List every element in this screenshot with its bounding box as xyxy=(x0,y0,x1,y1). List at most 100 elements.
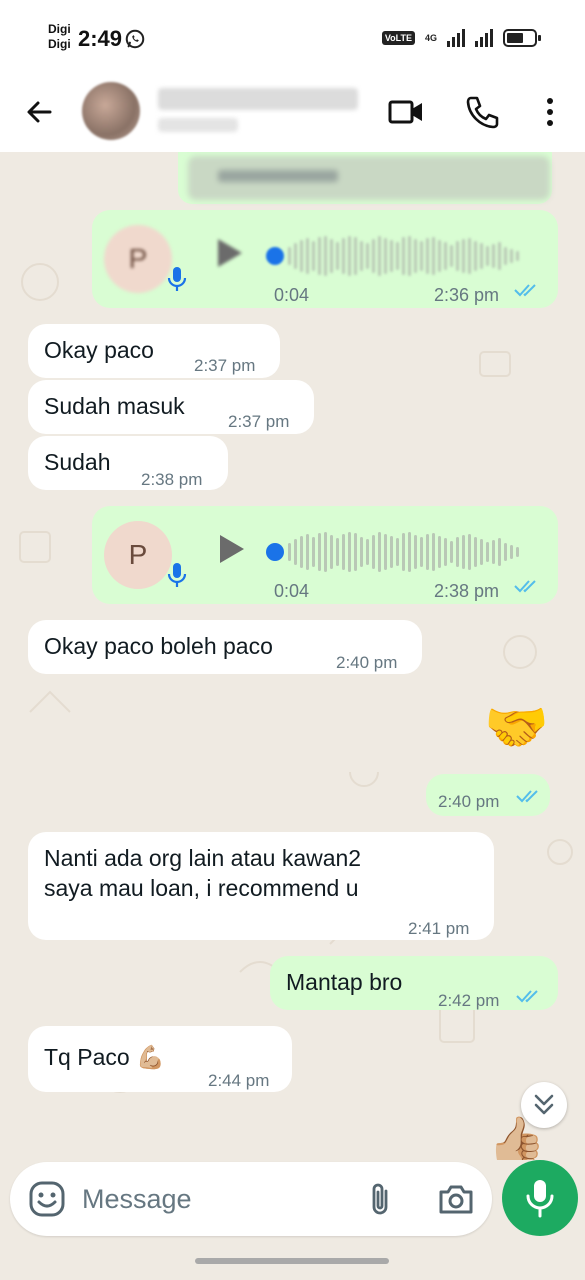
incoming-message[interactable]: Nanti ada org lain atau kawan2 saya mau … xyxy=(28,832,494,940)
contact-avatar[interactable] xyxy=(82,82,140,140)
waveform-bar xyxy=(456,241,459,271)
waveform-bar xyxy=(438,240,441,272)
waveform-bar xyxy=(348,532,351,572)
read-ticks-icon xyxy=(514,284,536,297)
status-time: 2:49 xyxy=(78,26,123,51)
blurred-content xyxy=(188,156,550,200)
waveform-bar xyxy=(306,238,309,274)
voice-sender-avatar: P xyxy=(104,521,172,589)
signal-icon-1 xyxy=(447,29,465,47)
waveform-bar xyxy=(480,243,483,269)
contact-status: ▇▇▇▇▇▇ xyxy=(158,118,238,132)
waveform-bar xyxy=(378,532,381,572)
contact-name[interactable]: ▇▇▇▇▇▇▇▇▇▇▇▇ xyxy=(158,88,358,110)
incoming-message[interactable]: Sudah 2:38 pm xyxy=(28,436,228,490)
waveform-bar xyxy=(414,535,417,569)
message-input[interactable] xyxy=(82,1180,342,1218)
waveform-bar xyxy=(492,244,495,268)
chat-area[interactable]: P 0:04 2:36 pm Okay paco 2:37 pm Sudah m… xyxy=(0,152,585,1160)
waveform-bar xyxy=(396,242,399,270)
phone-icon[interactable] xyxy=(462,92,502,132)
chevron-double-down-icon xyxy=(534,1094,554,1115)
waveform-bar xyxy=(372,535,375,569)
microphone-icon xyxy=(526,1180,554,1218)
play-icon[interactable] xyxy=(212,236,246,270)
play-icon[interactable] xyxy=(214,532,248,566)
network-type: 4G xyxy=(424,32,437,43)
message-time: 2:40 pm xyxy=(336,653,398,672)
signal-icon-2 xyxy=(475,29,493,47)
status-bar: Digi Digi 2:49 VoLTE 4G xyxy=(0,0,585,72)
message-time: 2:41 pm xyxy=(408,919,470,938)
waveform-bar xyxy=(510,249,513,263)
message-time: 2:36 pm xyxy=(434,285,500,305)
voice-progress-dot[interactable] xyxy=(266,247,284,265)
outgoing-message[interactable]: Mantap bro 2:42 pm xyxy=(270,956,558,1010)
waveform-bar xyxy=(498,538,501,566)
waveform-bar xyxy=(420,537,423,567)
incoming-message[interactable]: Okay paco 2:37 pm xyxy=(28,324,280,378)
message-time: 2:40 pm xyxy=(438,792,500,811)
microphone-icon xyxy=(167,267,187,291)
volte-badge: VoLTE xyxy=(381,31,415,45)
incoming-message[interactable]: Sudah masuk 2:37 pm xyxy=(28,380,314,434)
voice-duration: 0:04 xyxy=(274,285,310,305)
video-camera-icon[interactable] xyxy=(386,92,426,132)
waveform-bar xyxy=(384,534,387,570)
message-time: 2:42 pm xyxy=(438,991,500,1010)
voice-waveform[interactable] xyxy=(288,234,519,278)
waveform-bar xyxy=(342,238,345,274)
battery-icon xyxy=(503,29,541,47)
voice-sender-avatar: P xyxy=(104,225,172,293)
paperclip-icon[interactable] xyxy=(362,1179,398,1219)
waveform-bar xyxy=(408,236,411,276)
incoming-message[interactable]: Tq Paco 💪🏼 2:44 pm xyxy=(28,1026,292,1092)
message-text: Okay paco boleh paco xyxy=(44,633,273,659)
status-indicators: VoLTE 4G xyxy=(381,26,541,50)
waveform-bar xyxy=(516,251,519,261)
chat-header: ▇▇▇▇▇▇▇▇▇▇▇▇ ▇▇▇▇▇▇ xyxy=(0,72,585,152)
message-line-2: saya mau loan, i recommend u xyxy=(44,875,359,901)
waveform-bar xyxy=(372,239,375,273)
arrow-left-icon[interactable] xyxy=(20,92,60,132)
waveform-bar xyxy=(390,240,393,272)
waveform-bar xyxy=(462,535,465,569)
home-indicator[interactable] xyxy=(195,1258,389,1264)
scroll-to-bottom-button[interactable] xyxy=(521,1082,567,1128)
read-ticks-icon xyxy=(514,580,536,593)
waveform-bar xyxy=(288,247,291,265)
waveform-bar xyxy=(462,239,465,273)
waveform-bar xyxy=(366,539,369,565)
waveform-bar xyxy=(474,241,477,271)
voice-progress-dot[interactable] xyxy=(266,543,284,561)
more-vertical-icon[interactable] xyxy=(530,92,570,132)
handshake-emoji[interactable]: 🤝 xyxy=(484,698,549,758)
waveform-bar xyxy=(504,247,507,265)
waveform-bar xyxy=(486,246,489,266)
waveform-bar xyxy=(456,537,459,567)
waveform-bar xyxy=(342,534,345,570)
waveform-bar xyxy=(360,537,363,567)
message-text: Sudah xyxy=(44,449,111,475)
camera-icon[interactable] xyxy=(436,1179,476,1219)
waveform-bar xyxy=(306,534,309,570)
waveform-bar xyxy=(516,547,519,557)
voice-duration: 0:04 xyxy=(274,581,310,601)
incoming-message[interactable]: Okay paco boleh paco 2:40 pm xyxy=(28,620,422,674)
emoji-time-pill: 2:40 pm xyxy=(426,774,550,816)
voice-message-bubble[interactable]: P 0:04 2:38 pm xyxy=(92,506,558,604)
waveform-bar xyxy=(426,238,429,274)
voice-waveform[interactable] xyxy=(288,530,519,574)
carrier-labels: Digi Digi xyxy=(48,22,71,52)
voice-message-bubble[interactable]: P 0:04 2:36 pm xyxy=(92,210,558,308)
message-text: Mantap bro xyxy=(286,969,403,995)
carrier-2: Digi xyxy=(48,37,71,51)
voice-record-button[interactable] xyxy=(502,1160,578,1236)
waveform-bar xyxy=(450,541,453,563)
emoji-icon[interactable] xyxy=(28,1180,66,1218)
carrier-1: Digi xyxy=(48,22,71,36)
waveform-bar xyxy=(336,538,339,566)
read-ticks-icon xyxy=(516,990,538,1003)
waveform-bar xyxy=(384,238,387,274)
waveform-bar xyxy=(378,236,381,276)
